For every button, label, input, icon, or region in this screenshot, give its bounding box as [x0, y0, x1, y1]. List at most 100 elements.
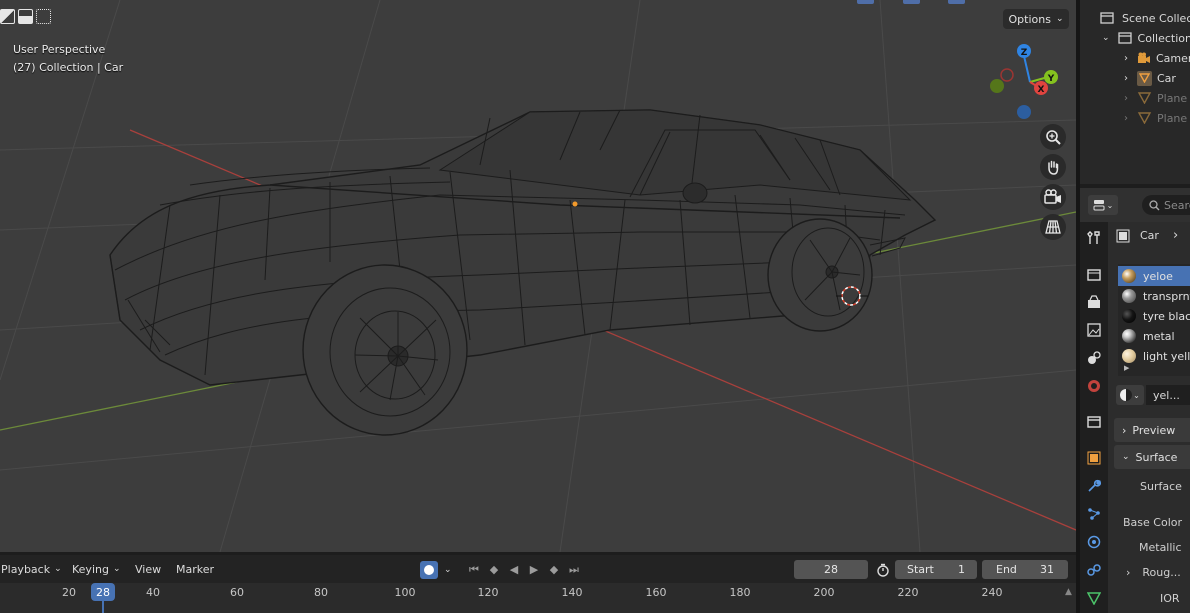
end-frame-field[interactable]: End 31 — [982, 560, 1068, 579]
list-expand-icon[interactable]: ▶ — [1124, 364, 1129, 372]
ruler-tick: 160 — [645, 586, 667, 599]
playback-menu[interactable]: Playback ⌄ — [1, 557, 66, 581]
timeline-header: Playback ⌄ Keying ⌄ View Marker ⌄ ⏮ ◆ ◀ ▶ … — [0, 557, 1076, 581]
ruler-tick: 240 — [981, 586, 1003, 599]
current-frame-field[interactable]: 28 — [794, 560, 868, 579]
scene-collection-row[interactable]: Scene Collection — [1100, 8, 1190, 28]
camera-icon[interactable] — [1040, 184, 1066, 210]
material-slot-metal[interactable]: metal — [1118, 326, 1190, 346]
play-icon[interactable]: ▶ — [525, 563, 543, 576]
play-reverse-icon[interactable]: ◀ — [505, 563, 523, 576]
properties-editor[interactable]: ⌄ Search Car › yeloe trans — [1080, 188, 1190, 613]
material-name-field[interactable]: yel... — [1146, 385, 1190, 405]
zoom-icon[interactable] — [1040, 124, 1066, 150]
marker-menu[interactable]: Marker — [176, 557, 218, 581]
start-frame-field[interactable]: Start 1 — [895, 560, 977, 579]
playhead[interactable]: 28 — [91, 583, 115, 601]
object-tab-icon[interactable] — [1084, 448, 1104, 468]
chevron-right-icon[interactable]: › — [1124, 53, 1128, 64]
view-layer-tab-icon[interactable] — [1084, 320, 1104, 340]
material-slots-list[interactable]: yeloe transprnt tyre black metal light y… — [1118, 264, 1190, 376]
current-frame-value: 28 — [824, 563, 838, 576]
chevron-down-icon: ⌄ — [112, 564, 121, 574]
properties-search[interactable]: Search — [1142, 195, 1190, 215]
physics-tab-icon[interactable] — [1084, 532, 1104, 552]
ruler-tick: 20 — [62, 586, 76, 599]
constraints-tab-icon[interactable] — [1084, 560, 1104, 580]
hand-icon[interactable] — [1040, 154, 1066, 180]
ior-label: IOR — [1160, 592, 1180, 605]
chevron-down-icon: ⌄ — [54, 564, 62, 574]
object-name: Car — [1140, 229, 1159, 242]
material-slot-transprnt[interactable]: transprnt — [1118, 286, 1190, 306]
collection-tab-icon[interactable] — [1084, 412, 1104, 432]
material-browse-dropdown[interactable]: ⌄ — [1116, 385, 1144, 405]
gizmo-z-label: Z — [1021, 48, 1028, 58]
header-toggle-1[interactable] — [857, 0, 874, 4]
grid-icon[interactable] — [1040, 214, 1066, 240]
camera-label: Camera — [1156, 51, 1190, 65]
outliner-item-plane-2[interactable]: › Plane — [1124, 108, 1187, 128]
jump-start-icon[interactable]: ⏮ — [465, 563, 483, 577]
stopwatch-icon[interactable] — [874, 561, 892, 579]
chevron-right-icon[interactable]: › — [1124, 73, 1128, 84]
chevron-right-icon[interactable]: › — [1124, 113, 1128, 124]
preview-panel-header[interactable]: › Preview — [1114, 418, 1190, 442]
material-slot-light-yellow[interactable]: light yellow — [1118, 346, 1190, 366]
keying-menu[interactable]: Keying ⌄ — [72, 557, 125, 581]
outliner-item-car[interactable]: › Car — [1124, 68, 1176, 88]
header-toggle-3[interactable] — [948, 0, 965, 4]
chevron-right-icon: › — [1126, 566, 1131, 579]
jump-next-key-icon[interactable]: ◆ — [545, 563, 563, 576]
outliner[interactable]: Scene Collection ⌄ Collection › Camera ›… — [1080, 0, 1190, 184]
selection-mode-tools[interactable] — [0, 9, 51, 24]
timeline-editor[interactable]: Playback ⌄ Keying ⌄ View Marker ⌄ ⏮ ◆ ◀ ▶ … — [0, 555, 1076, 613]
outliner-item-plane[interactable]: › Plane — [1124, 88, 1187, 108]
start-label: Start — [907, 563, 934, 576]
header-toggle-2[interactable] — [903, 0, 920, 4]
select-subtract-icon[interactable] — [36, 9, 51, 24]
particles-tab-icon[interactable] — [1084, 504, 1104, 524]
jump-end-icon[interactable]: ⏭ — [565, 563, 583, 577]
render-tab-icon[interactable] — [1084, 264, 1104, 284]
select-new-icon[interactable] — [0, 9, 15, 24]
world-tab-icon[interactable] — [1084, 376, 1104, 396]
timeline-ruler[interactable]: 20 40 60 80 100 120 140 160 180 200 220 … — [0, 583, 1076, 613]
keying-label: Keying — [72, 562, 109, 576]
3d-viewport[interactable]: Z Y X User Perspective (27) Collection |… — [0, 0, 1076, 552]
tool-tab-icon[interactable] — [1084, 228, 1104, 248]
ruler-tick: 100 — [394, 586, 416, 599]
collection-icon — [1117, 32, 1132, 44]
chevron-down-icon: ⌄ — [1122, 452, 1130, 462]
chevron-down-icon: ⌄ — [1106, 200, 1114, 210]
scroll-up-icon[interactable]: ▲ — [1065, 587, 1072, 597]
jump-prev-key-icon[interactable]: ◆ — [485, 563, 503, 576]
chevron-right-icon: › — [1122, 423, 1127, 437]
surface-panel-header[interactable]: ⌄ Surface — [1114, 445, 1190, 469]
output-tab-icon[interactable] — [1084, 292, 1104, 312]
gizmo-x-label: X — [1038, 85, 1045, 95]
select-extend-icon[interactable] — [18, 9, 33, 24]
data-tab-icon[interactable] — [1084, 588, 1104, 608]
chevron-right-icon[interactable]: › — [1124, 93, 1128, 104]
scene-tab-icon[interactable] — [1084, 348, 1104, 368]
material-slot-yeloe[interactable]: yeloe — [1118, 266, 1190, 286]
chevron-down-icon[interactable]: ⌄ — [444, 565, 452, 575]
start-value: 1 — [958, 563, 965, 576]
auto-keying-toggle[interactable]: ⌄ — [420, 559, 452, 580]
roughness-row[interactable]: › Roug... — [1126, 566, 1181, 579]
outliner-item-camera[interactable]: › Camera — [1124, 48, 1190, 68]
ruler-tick: 140 — [561, 586, 583, 599]
options-dropdown[interactable]: Options ⌄ — [1003, 9, 1069, 29]
editor-type-dropdown[interactable]: ⌄ — [1088, 195, 1118, 215]
material-preview-icon — [1122, 269, 1136, 283]
view-menu[interactable]: View — [135, 557, 165, 581]
material-slot-tyre-black[interactable]: tyre black — [1118, 306, 1190, 326]
ruler-tick: 200 — [813, 586, 835, 599]
collection-row[interactable]: ⌄ Collection — [1102, 28, 1190, 48]
roughness-label: Roug... — [1142, 566, 1181, 579]
chevron-down-icon[interactable]: ⌄ — [1102, 33, 1110, 43]
modifier-tab-icon[interactable] — [1084, 476, 1104, 496]
material-preview-icon — [1122, 349, 1136, 363]
scene-collection-icon — [1100, 12, 1114, 24]
